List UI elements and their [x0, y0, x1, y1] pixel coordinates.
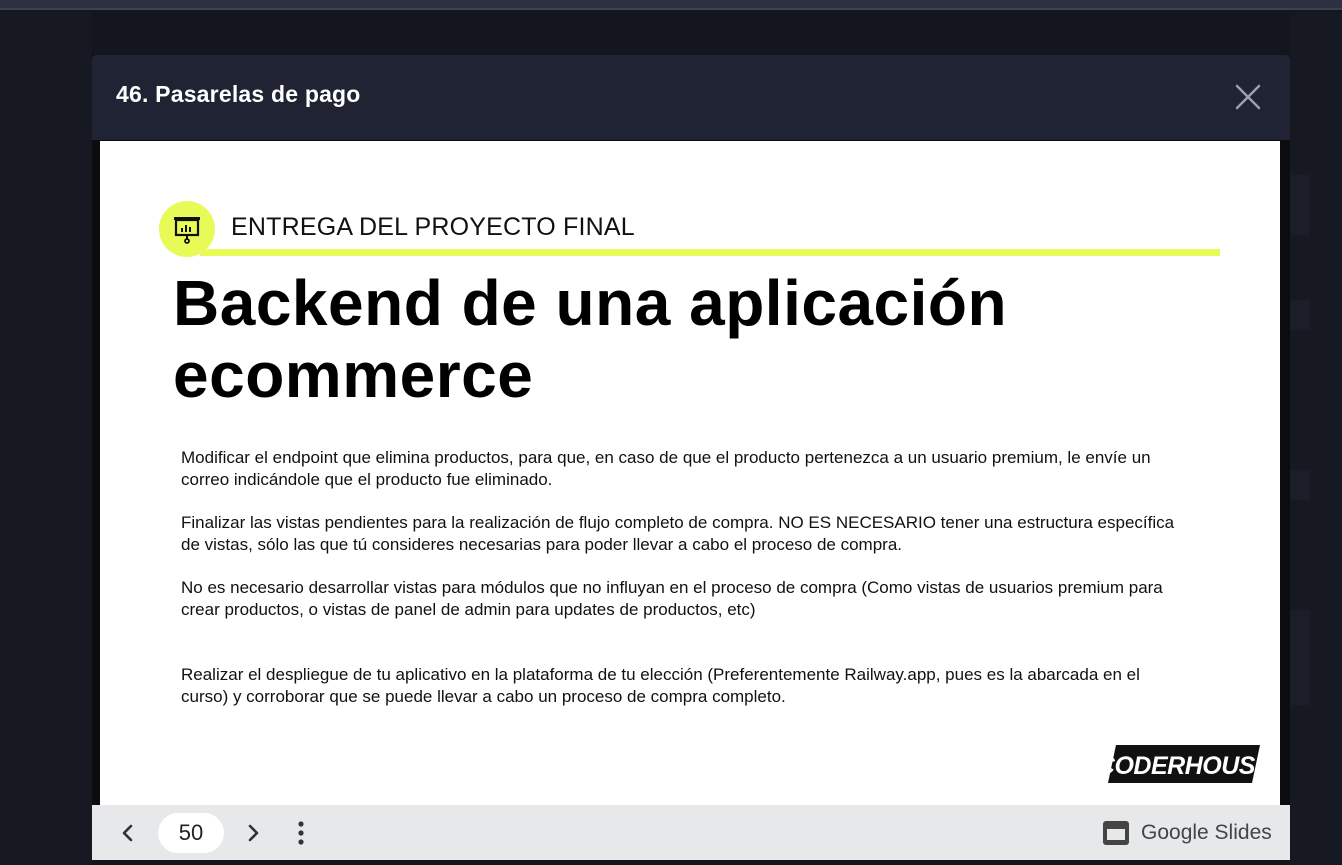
slide-viewer-modal: 46. Pasarelas de pago ENTREGA DEL PROYEC…	[92, 55, 1290, 865]
more-options-button[interactable]	[287, 819, 315, 847]
background-block	[1290, 610, 1310, 705]
background-block	[1290, 470, 1310, 500]
page-number-input[interactable]: 50	[158, 813, 224, 853]
next-slide-button[interactable]	[239, 819, 267, 847]
background-left	[0, 12, 92, 865]
modal-title: 46. Pasarelas de pago	[116, 81, 361, 107]
chevron-right-icon	[248, 824, 259, 842]
open-in-google-slides-link[interactable]: Google Slides	[1102, 819, 1272, 847]
slide-paragraph: Finalizar las vistas pendientes para la …	[181, 513, 1175, 554]
close-icon	[1235, 84, 1261, 110]
previous-slide-button[interactable]	[114, 819, 142, 847]
logo-text: CODERHOUSE	[1108, 752, 1260, 780]
more-vert-icon	[298, 821, 304, 845]
slide-title-line: Backend de una aplicación	[173, 267, 1008, 339]
kicker-underline	[200, 249, 1220, 256]
background-right	[1290, 12, 1342, 865]
background-block	[1290, 175, 1310, 235]
close-button[interactable]	[1234, 83, 1262, 111]
presentation-icon	[174, 217, 200, 244]
slide-title-line: ecommerce	[173, 339, 534, 411]
coderhouse-logo: CODERHOUSE	[1108, 745, 1260, 783]
slides-toolbar: 50 Google Slides	[92, 805, 1290, 860]
slide-canvas: ENTREGA DEL PROYECTO FINAL Backend de un…	[100, 141, 1280, 805]
background-block	[1290, 300, 1310, 330]
google-slides-label: Google Slides	[1141, 821, 1272, 844]
slide-paragraph: Realizar el despliegue de tu aplicativo …	[181, 665, 1140, 706]
slide-paragraph: No es necesario desarrollar vistas para …	[181, 578, 1163, 619]
slide-kicker: ENTREGA DEL PROYECTO FINAL	[231, 213, 635, 241]
slide-paragraph: Modificar el endpoint que elimina produc…	[181, 448, 1151, 489]
modal-header: 46. Pasarelas de pago	[92, 55, 1290, 140]
chevron-left-icon	[122, 824, 133, 842]
top-edge	[0, 0, 1342, 10]
slides-icon	[1103, 821, 1129, 845]
slide-title: Backend de una aplicación ecommerce	[173, 267, 1173, 411]
bottom-edge	[92, 860, 1290, 865]
